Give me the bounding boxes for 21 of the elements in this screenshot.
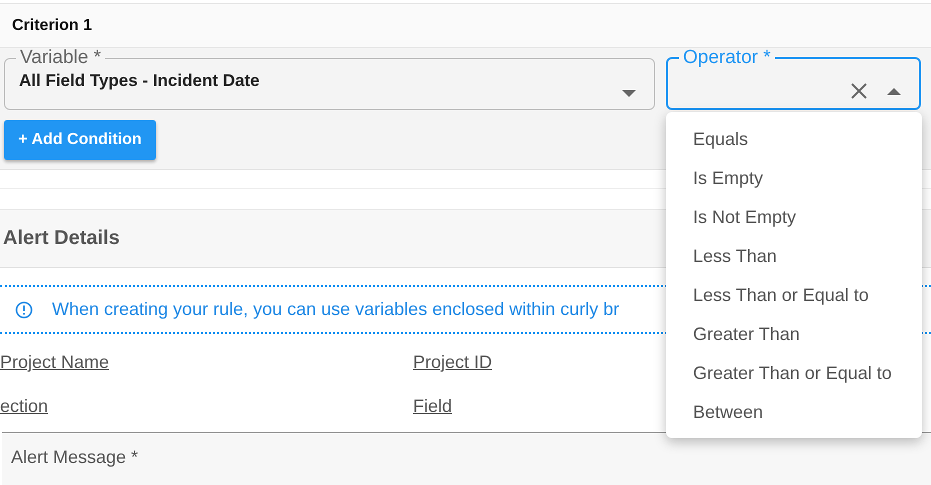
- menu-option[interactable]: Is Not Empty: [666, 198, 922, 237]
- menu-option[interactable]: Greater Than or Equal to: [666, 354, 922, 393]
- alert-message-field[interactable]: Alert Message *: [2, 432, 931, 485]
- info-icon: [15, 300, 33, 318]
- operator-label: Operator *: [682, 48, 772, 68]
- info-text: When creating your rule, you can use variables enclosed within curly br: [52, 299, 620, 320]
- variable-select[interactable]: Variable * All Field Types - Incident Date: [4, 48, 655, 110]
- criterion-title: Criterion 1: [12, 16, 92, 34]
- menu-option[interactable]: Less Than: [666, 237, 922, 276]
- menu-option[interactable]: Is Empty: [666, 159, 922, 198]
- menu-option[interactable]: Less Than or Equal to: [666, 276, 922, 315]
- menu-option[interactable]: Greater Than: [666, 315, 922, 354]
- variable-label: Variable *: [19, 48, 102, 68]
- section-title: Alert Details: [3, 227, 120, 250]
- close-icon[interactable]: [851, 83, 867, 99]
- menu-option[interactable]: Equals: [666, 120, 922, 159]
- caret-down-icon: [622, 90, 636, 98]
- variable-value: All Field Types - Incident Date: [19, 71, 261, 91]
- variable-link[interactable]: Project Name: [0, 352, 413, 396]
- variable-link[interactable]: Project ID: [413, 352, 492, 396]
- menu-option[interactable]: Between: [666, 393, 922, 432]
